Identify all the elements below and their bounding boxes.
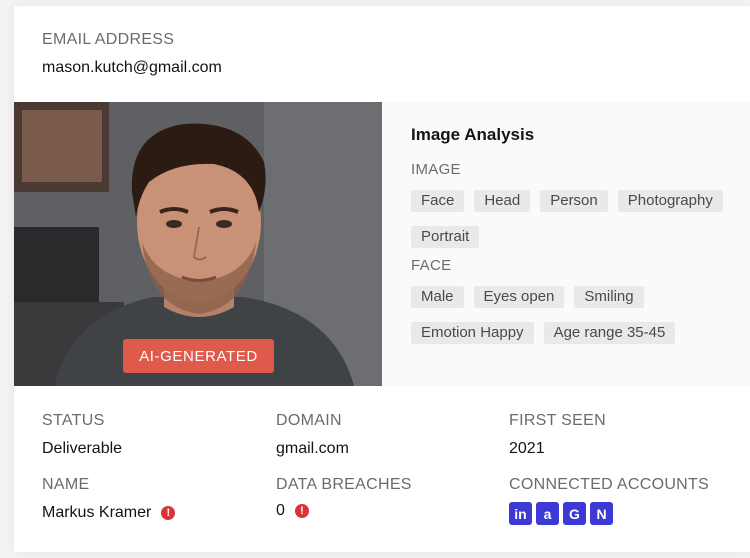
google-icon[interactable]: G	[563, 502, 586, 525]
face-tags: Male Eyes open Smiling Emotion Happy Age…	[411, 286, 731, 344]
tag-emotion-happy: Emotion Happy	[411, 322, 534, 344]
email-label: EMAIL ADDRESS	[42, 31, 175, 48]
analysis-title: Image Analysis	[411, 125, 535, 144]
image-analysis-panel: Image Analysis IMAGE Face Head Person Ph…	[382, 102, 750, 386]
domain-value: gmail.com	[276, 440, 349, 457]
status-value: Deliverable	[42, 440, 123, 457]
amazon-icon[interactable]: a	[536, 502, 559, 525]
name-alert-icon[interactable]: !	[161, 505, 176, 520]
tag-portrait: Portrait	[411, 226, 480, 248]
profile-photo: AI-GENERATED	[14, 102, 382, 386]
connected-accounts: in a G N	[509, 502, 613, 525]
first-seen-value: 2021	[509, 440, 545, 457]
breaches-alert-icon[interactable]: !	[294, 503, 309, 518]
name-label: NAME	[42, 476, 90, 493]
first-seen-label: FIRST SEEN	[509, 412, 606, 429]
image-tags: Face Head Person Photography Portrait	[411, 190, 731, 248]
email-value[interactable]: mason.kutch@gmail.com	[42, 59, 222, 77]
breaches-row: 0!	[276, 502, 309, 520]
tag-face: Face	[411, 190, 465, 212]
face-section-label: FACE	[411, 257, 452, 274]
breaches-label: DATA BREACHES	[276, 476, 412, 493]
ai-generated-badge: AI-GENERATED	[123, 339, 274, 373]
tag-eyes-open: Eyes open	[473, 286, 565, 308]
tag-male: Male	[411, 286, 464, 308]
linkedin-icon[interactable]: in	[509, 502, 532, 525]
domain-label: DOMAIN	[276, 412, 342, 429]
name-value: Markus Kramer	[42, 504, 152, 521]
tag-head: Head	[474, 190, 531, 212]
profile-card: EMAIL ADDRESS mason.kutch@gmail.com AI-G…	[14, 6, 750, 552]
tag-smiling: Smiling	[574, 286, 644, 308]
image-section-label: IMAGE	[411, 161, 461, 178]
breaches-value: 0	[276, 502, 285, 519]
name-row: Markus Kramer!	[42, 504, 176, 522]
tag-person: Person	[540, 190, 608, 212]
tag-age-range: Age range 35-45	[543, 322, 676, 344]
notion-icon[interactable]: N	[590, 502, 613, 525]
connected-accounts-label: CONNECTED ACCOUNTS	[509, 476, 710, 493]
tag-photography: Photography	[617, 190, 723, 212]
status-label: STATUS	[42, 412, 105, 429]
